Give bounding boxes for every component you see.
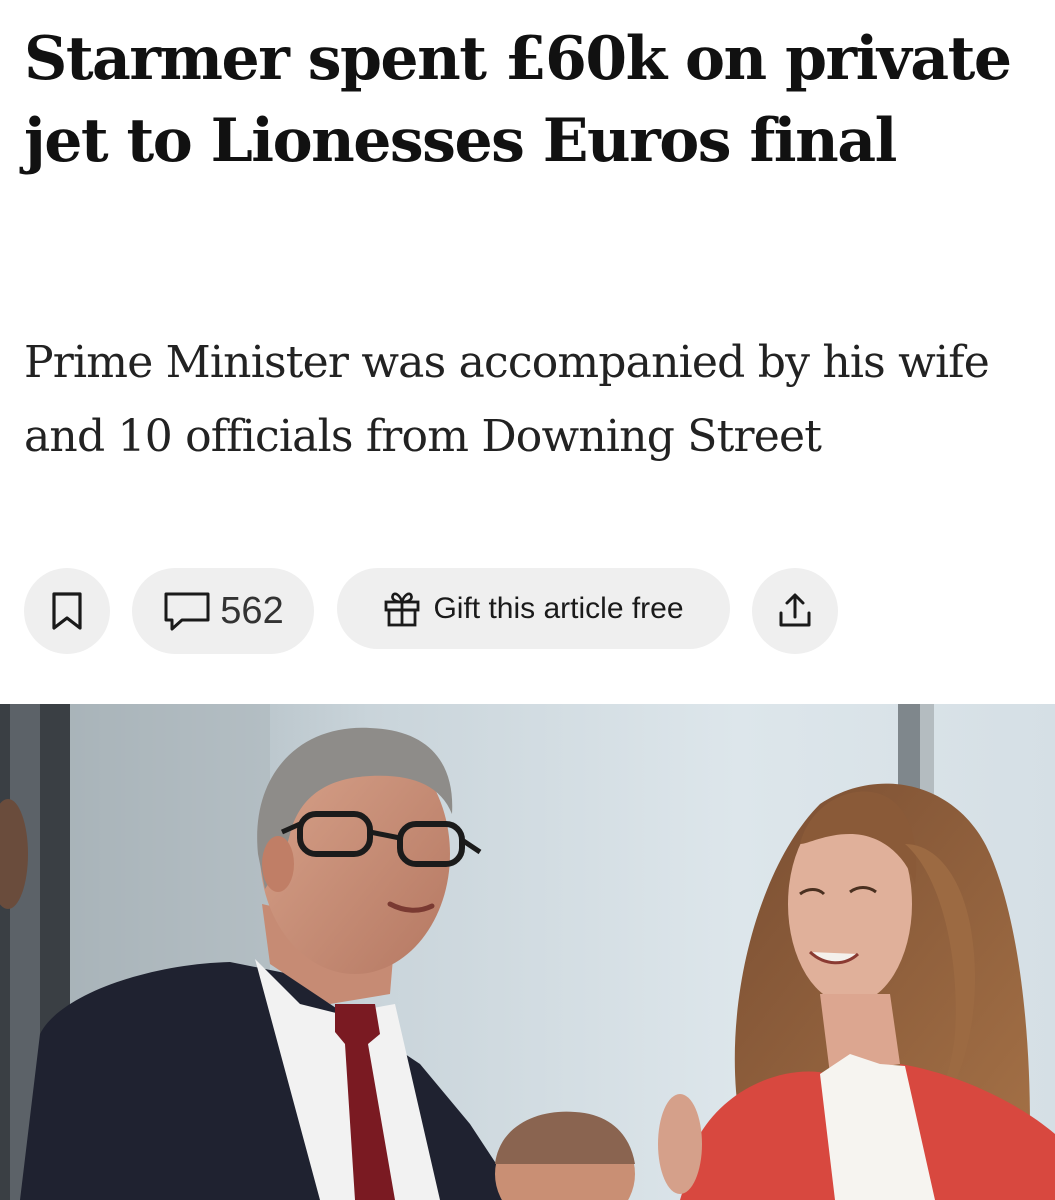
article-photo <box>0 704 1055 1200</box>
bookmark-button[interactable] <box>24 568 110 654</box>
gift-article-label: Gift this article free <box>433 591 684 625</box>
comments-button[interactable]: 562 <box>132 568 314 654</box>
share-button[interactable] <box>752 568 838 654</box>
headline: Starmer spent £60k on private jet to Lio… <box>24 24 1012 176</box>
share-icon <box>775 591 815 631</box>
bookmark-icon <box>50 591 84 631</box>
speech-bubble-icon <box>162 590 212 632</box>
gift-icon <box>383 591 421 627</box>
comment-count: 562 <box>220 589 284 632</box>
gift-article-button[interactable]: Gift this article free <box>337 568 730 649</box>
standfirst: Prime Minister was accompanied by his wi… <box>24 337 990 462</box>
